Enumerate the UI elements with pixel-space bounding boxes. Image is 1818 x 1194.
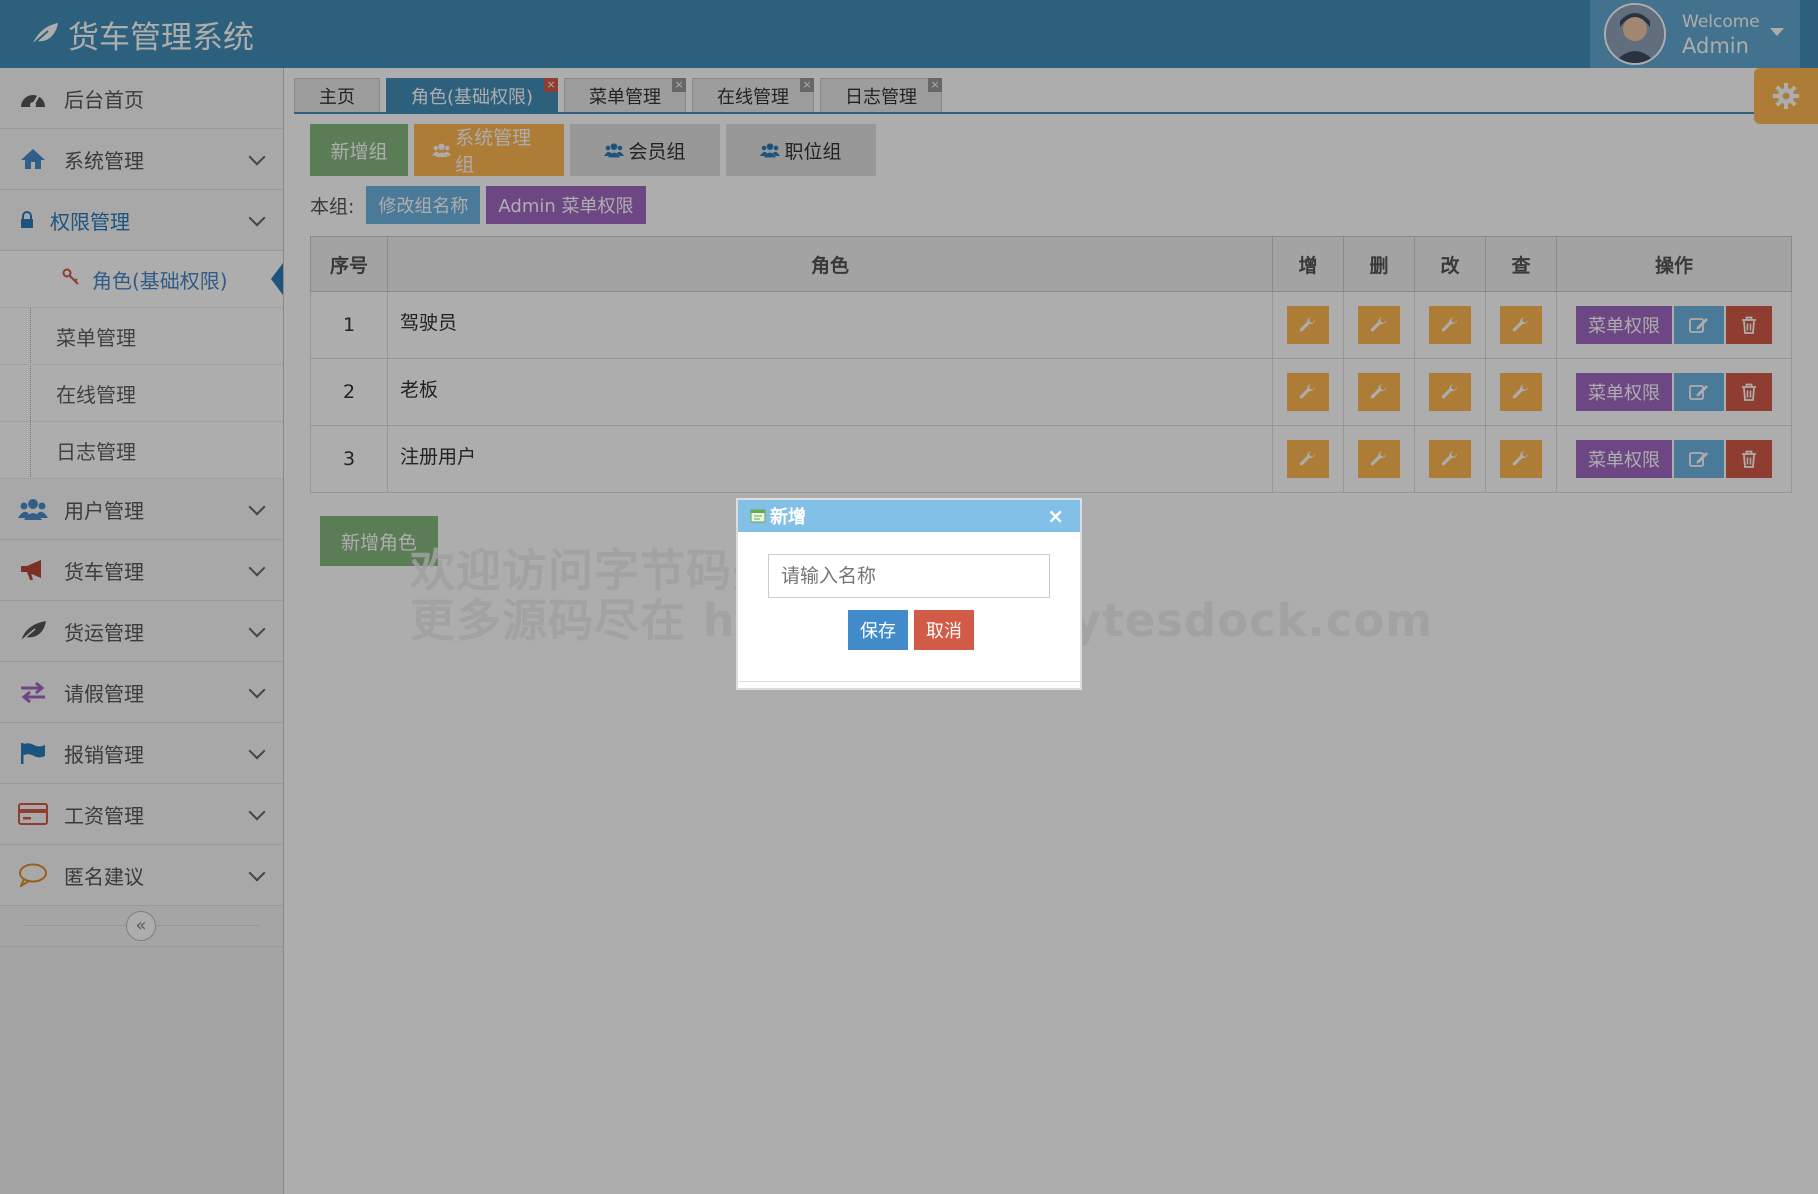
add-dialog: 新增 × 保存 取消 <box>736 498 1082 690</box>
name-input[interactable] <box>768 554 1050 598</box>
window-icon <box>750 509 766 523</box>
dialog-footer <box>738 681 1080 682</box>
dialog-titlebar[interactable]: 新增 × <box>738 500 1080 532</box>
save-button[interactable]: 保存 <box>848 610 908 650</box>
dialog-title: 新增 <box>770 507 806 528</box>
cancel-button[interactable]: 取消 <box>914 610 974 650</box>
close-icon[interactable]: × <box>1047 504 1064 528</box>
